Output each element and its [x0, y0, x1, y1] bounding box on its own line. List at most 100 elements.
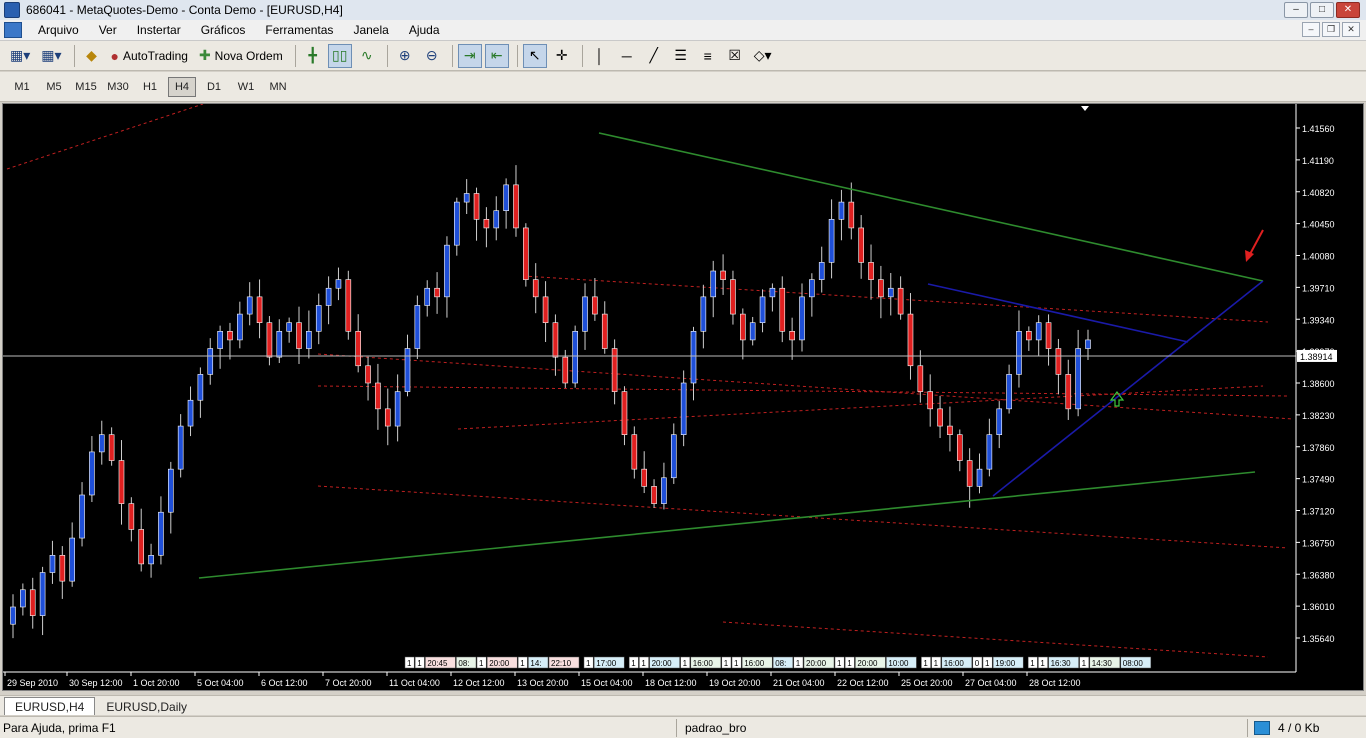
crosshair-tool-button[interactable]: ✛: [550, 44, 574, 68]
bull-candle: [749, 322, 756, 341]
status-profile: padrao_bro: [685, 720, 747, 735]
fibonacci-button[interactable]: ≡: [696, 44, 720, 68]
vertical-line-button[interactable]: │: [588, 44, 612, 68]
toolbar-separator: [581, 44, 583, 67]
chart-window[interactable]: 1.41560 1.41190 1.40820 1.40450 1.40080 1.397…: [2, 103, 1364, 691]
bear-candle: [730, 279, 736, 315]
menu-arquivo[interactable]: Arquivo: [28, 23, 89, 37]
calendar-event-label: 1: [796, 659, 801, 668]
time-tick-label: 22 Oct 12:00: [837, 678, 889, 688]
autoscroll-button[interactable]: ⇥: [457, 43, 482, 68]
horizontal-line-button[interactable]: ─: [615, 44, 639, 68]
new-chart-button[interactable]: ▦▾: [6, 44, 34, 68]
chart-shift-button[interactable]: ⇤: [484, 43, 509, 68]
tab-eurusd-h4[interactable]: EURUSD,H4: [4, 697, 96, 715]
bull-candle: [818, 262, 825, 280]
bull-candle: [177, 425, 184, 470]
bear-candle: [621, 391, 628, 435]
new-order-button[interactable]: ✚ Nova Ordem: [195, 44, 287, 68]
calendar-event-label: 1: [1082, 659, 1087, 668]
calendar-event-label: 14:: [530, 659, 541, 668]
timeframe-m5[interactable]: M5: [40, 77, 68, 97]
time-tick-label: 13 Oct 20:00: [517, 678, 569, 688]
menu-ajuda[interactable]: Ajuda: [399, 23, 450, 37]
bear-candle: [434, 287, 440, 298]
calendar-event-label: 1: [417, 659, 422, 668]
minimize-button[interactable]: –: [1284, 2, 1308, 18]
line-chart-icon: ∿: [360, 47, 373, 63]
chart-shift-icon: ⇤: [490, 47, 503, 63]
price-chart[interactable]: 1.41560 1.41190 1.40820 1.40450 1.40080 1.397…: [3, 104, 1363, 690]
bull-candle: [503, 184, 509, 212]
bar-chart-icon: ╋: [308, 47, 317, 63]
menu-inserir[interactable]: Instertar: [127, 23, 191, 37]
chart-restore-button[interactable]: ❐: [1322, 22, 1340, 37]
toolbar-separator: [386, 44, 388, 67]
calendar-event-label: 16:30: [1051, 659, 1072, 668]
chart-minimize-button[interactable]: –: [1302, 22, 1320, 37]
line-chart-button[interactable]: ∿: [355, 44, 379, 68]
shapes-menu-button[interactable]: ◇▾: [750, 44, 776, 68]
timeframe-mn[interactable]: MN: [264, 77, 292, 97]
bull-candle: [661, 477, 667, 504]
chart-close-button[interactable]: ✕: [1342, 22, 1360, 37]
bull-candle: [887, 287, 894, 298]
bull-candle: [10, 606, 16, 625]
timeframe-d1[interactable]: D1: [200, 77, 228, 97]
timeframe-h1[interactable]: H1: [136, 77, 164, 97]
bull-candle: [404, 348, 411, 392]
upper-green-trendline: [598, 132, 1264, 282]
tab-eurusd-daily[interactable]: EURUSD,Daily: [95, 697, 198, 715]
close-button[interactable]: ✕: [1336, 2, 1360, 18]
metaeditor-button[interactable]: ◆: [80, 44, 104, 68]
profiles-button[interactable]: ▦▾: [37, 44, 65, 68]
timeframe-h4[interactable]: H4: [168, 76, 196, 97]
equidistant-channel-button[interactable]: ☰: [669, 44, 693, 68]
bull-candle: [197, 374, 204, 401]
metaeditor-icon: ◆: [86, 47, 97, 63]
bull-candle: [187, 399, 194, 427]
trendline-icon: ╱: [649, 47, 658, 63]
price-tick-label: 1.35640: [1302, 634, 1335, 644]
menu-ferramentas[interactable]: Ferramentas: [255, 23, 343, 37]
autotrading-button[interactable]: ● AutoTrading: [107, 44, 192, 68]
timeframe-m15[interactable]: M15: [72, 77, 100, 97]
menu-ver[interactable]: Ver: [89, 23, 127, 37]
time-tick-label: 1 Oct 20:00: [133, 678, 180, 688]
chart-window-icon[interactable]: [4, 22, 22, 38]
bear-candle: [365, 365, 371, 384]
calendar-event-label: 20:00: [857, 659, 878, 668]
maximize-button[interactable]: □: [1310, 2, 1334, 18]
price-tick-label: 1.38600: [1302, 379, 1335, 389]
calendar-event-label: 1: [734, 659, 739, 668]
upper-blue-trendline: [927, 283, 1189, 343]
timeframe-m30[interactable]: M30: [104, 77, 132, 97]
new-order-label: Nova Ordem: [214, 48, 283, 63]
text-tool-button[interactable]: ☒: [723, 44, 747, 68]
bear-candle: [227, 331, 233, 341]
bull-candle: [98, 434, 105, 453]
bear-candle: [907, 313, 914, 367]
price-tick-label: 1.40080: [1302, 252, 1335, 262]
bull-candle: [670, 434, 677, 479]
cursor-tool-button[interactable]: ↖: [522, 43, 547, 68]
trendline-button[interactable]: ╱: [642, 44, 666, 68]
bar-chart-button[interactable]: ╋: [301, 44, 325, 68]
menu-janela[interactable]: Janela: [343, 23, 398, 37]
bull-candle: [582, 296, 588, 332]
price-tick-label: 1.39340: [1302, 315, 1335, 325]
bear-candle: [118, 460, 125, 504]
timeframe-m1[interactable]: M1: [8, 77, 36, 97]
bear-candle: [740, 313, 746, 341]
cursor-icon: ↖: [528, 47, 541, 63]
zoom-in-button[interactable]: ⊕: [393, 44, 417, 68]
bull-candle: [237, 313, 243, 341]
zoom-out-button[interactable]: ⊖: [420, 44, 444, 68]
calendar-event-label: 1: [847, 659, 852, 668]
bear-candle: [552, 322, 559, 358]
candlestick-button[interactable]: ▯▯: [327, 43, 352, 68]
crosshair-icon: ✛: [555, 47, 568, 63]
bear-candle: [720, 270, 726, 280]
menu-graficos[interactable]: Gráficos: [191, 23, 256, 37]
timeframe-w1[interactable]: W1: [232, 77, 260, 97]
